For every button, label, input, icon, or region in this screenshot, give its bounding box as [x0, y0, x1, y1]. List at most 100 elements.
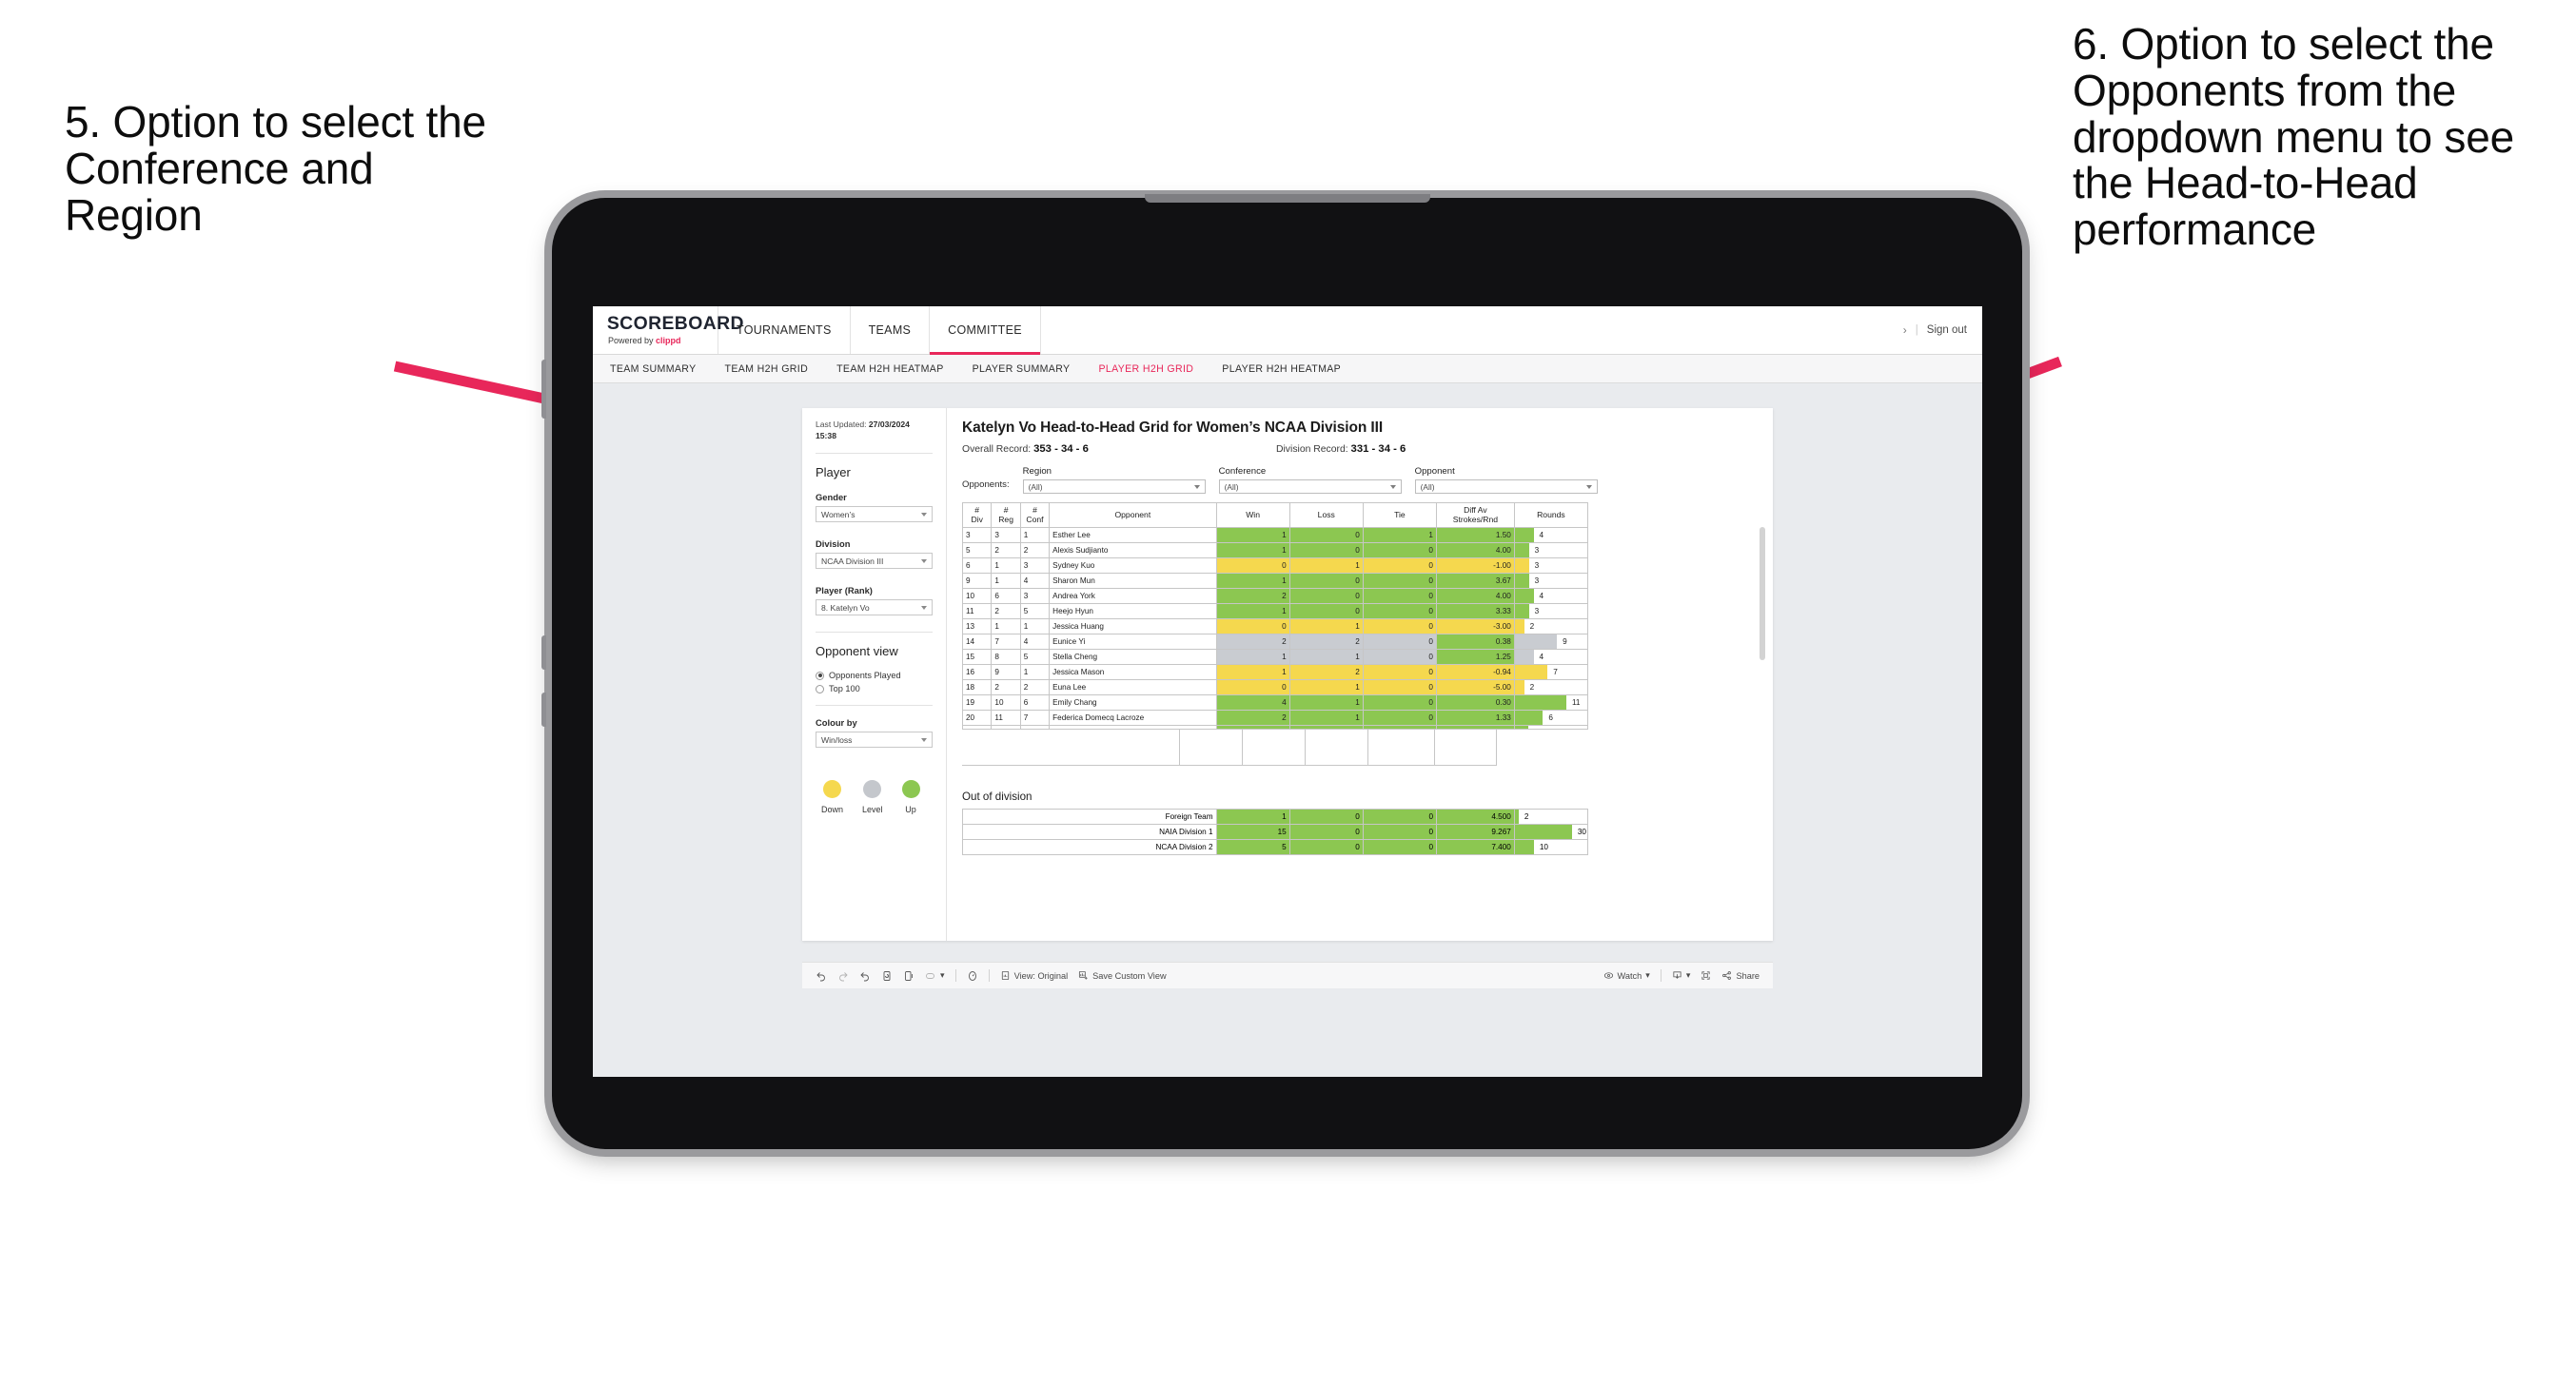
table-row-partial[interactable]: [961, 725, 1589, 730]
save-custom-view-button[interactable]: Save Custom View: [1078, 970, 1167, 981]
region-value: (All): [1028, 481, 1043, 492]
cell-diff: 0.30: [1435, 694, 1515, 711]
cell-conf: 7: [1019, 710, 1051, 726]
refresh-data-icon[interactable]: [881, 970, 893, 982]
revert-icon[interactable]: [859, 970, 871, 982]
col-rounds[interactable]: Rounds: [1513, 502, 1589, 528]
subnav-player-summary[interactable]: PLAYER SUMMARY: [973, 363, 1071, 375]
last-updated-value: 27/03/2024: [868, 420, 910, 429]
out-of-division-row[interactable]: NAIA Division 1 15 0 0 9.267 30: [962, 824, 1589, 840]
colour-legend: Down Level Up: [816, 780, 933, 814]
col-tie[interactable]: Tie: [1362, 502, 1437, 528]
col-conf-line2: Conf: [1026, 514, 1044, 524]
download-caret-icon[interactable]: ▾: [1686, 970, 1691, 981]
table-row[interactable]: 18 2 2 Euna Lee 0 1 0 -5.00 2: [961, 679, 1589, 695]
overall-record-value: 353 - 34 - 6: [1033, 443, 1089, 455]
topnav-committee[interactable]: COMMITTEE: [930, 306, 1041, 355]
cell-opponent: Euna Lee: [1049, 679, 1217, 695]
out-of-division-row[interactable]: NCAA Division 2 5 0 0 7.400 10: [962, 839, 1589, 855]
chevron-right-icon[interactable]: ›: [1903, 323, 1907, 337]
col-conf[interactable]: # Conf: [1019, 502, 1051, 528]
fit-icon[interactable]: [967, 970, 978, 982]
gender-select[interactable]: Women’s: [816, 506, 933, 523]
topnav-teams[interactable]: TEAMS: [851, 306, 931, 354]
player-rank-select[interactable]: 8. Katelyn Vo: [816, 599, 933, 616]
table-row[interactable]: 16 9 1 Jessica Mason 1 2 0 -0.94 7: [961, 664, 1589, 680]
screenshot-root: 5. Option to select the Conference and R…: [0, 0, 2576, 1386]
filter-sidebar: Last Updated: 27/03/2024 15:38 Player Ge…: [802, 408, 947, 941]
download-button[interactable]: ▾: [1672, 970, 1691, 981]
toolbar-divider-3: [1660, 969, 1662, 982]
conference-select[interactable]: (All): [1218, 479, 1402, 494]
subnav-team-h2h-grid[interactable]: TEAM H2H GRID: [725, 363, 809, 375]
table-row[interactable]: 9 1 4 Sharon Mun 1 0 0 3.67 3: [961, 573, 1589, 589]
opponent-view-title: Opponent view: [816, 644, 898, 659]
table-row[interactable]: 13 1 1 Jessica Huang 0 1 0 -3.00 2: [961, 618, 1589, 634]
radio-opponents-played[interactable]: Opponents Played: [816, 671, 933, 680]
watch-caret-icon[interactable]: ▾: [1645, 970, 1650, 981]
cell-tie: 0: [1362, 557, 1437, 574]
topnav-tournaments[interactable]: TOURNAMENTS: [718, 306, 851, 354]
table-row[interactable]: 11 2 5 Heejo Hyun 1 0 0 3.33 3: [961, 603, 1589, 619]
region-select[interactable]: (All): [1022, 479, 1206, 494]
opponent-filter: Opponent (All): [1414, 466, 1598, 494]
table-row[interactable]: 19 10 6 Emily Chang 4 1 0 0.30 11: [961, 694, 1589, 711]
cell-loss: 1: [1288, 649, 1364, 665]
cell-conf: 4: [1019, 573, 1051, 589]
pause-auto-update-icon[interactable]: [903, 970, 914, 982]
watch-button[interactable]: Watch ▾: [1603, 970, 1650, 981]
col-opponent[interactable]: Opponent: [1049, 502, 1217, 528]
radio-top-100[interactable]: Top 100: [816, 684, 933, 693]
highlight-caret-icon[interactable]: ▾: [940, 970, 945, 981]
ood-cell-rounds: 30: [1513, 824, 1589, 840]
table-row[interactable]: 3 3 1 Esther Lee 1 0 1 1.50 4: [961, 527, 1589, 543]
table-row[interactable]: 5 2 2 Alexis Sudjianto 1 0 0 4.00 3: [961, 542, 1589, 558]
subnav-player-h2h-heatmap[interactable]: PLAYER H2H HEATMAP: [1222, 363, 1341, 375]
h2h-grid-header-row: # Div # Reg # Conf Opponent Win Loss Tie Di…: [961, 502, 1589, 528]
col-diff[interactable]: Diff Av Strokes/Rnd: [1435, 502, 1515, 528]
col-win[interactable]: Win: [1215, 502, 1290, 528]
legend-level: Level: [862, 780, 883, 814]
radio-opponents-played-label: Opponents Played: [829, 671, 901, 681]
cell-diff: 0.38: [1435, 634, 1515, 650]
subnav-team-h2h-heatmap[interactable]: TEAM H2H HEATMAP: [836, 363, 944, 375]
undo-icon[interactable]: [816, 970, 827, 982]
share-button[interactable]: Share: [1721, 970, 1760, 981]
conference-filter-label: Conference: [1218, 466, 1267, 477]
player-rank-value: 8. Katelyn Vo: [821, 602, 870, 613]
cell-div: 14: [961, 634, 993, 650]
colour-by-select[interactable]: Win/loss: [816, 732, 933, 749]
ood-cell-tie: 0: [1362, 839, 1438, 855]
app-logo[interactable]: SCOREBOARD Powered by clippd: [593, 306, 744, 354]
redo-icon[interactable]: [837, 970, 849, 982]
subnav-team-summary[interactable]: TEAM SUMMARY: [610, 363, 697, 375]
sign-out-link[interactable]: Sign out: [1927, 324, 1967, 336]
cell-reg: 2: [991, 679, 1021, 695]
col-loss[interactable]: Loss: [1288, 502, 1364, 528]
cell-diff: 3.67: [1435, 573, 1515, 589]
col-reg-line1: #: [1003, 504, 1009, 515]
division-select[interactable]: NCAA Division III: [816, 553, 933, 570]
region-filter: Region (All): [1022, 466, 1206, 494]
subnav-player-h2h-grid[interactable]: PLAYER H2H GRID: [1098, 363, 1193, 375]
grid-scrollbar[interactable]: [1760, 527, 1765, 660]
cell-rounds: 3: [1513, 557, 1589, 574]
table-row[interactable]: 20 11 7 Federica Domecq Lacroze 2 1 0 1.33 6: [961, 710, 1589, 726]
table-row[interactable]: 14 7 4 Eunice Yi 2 2 0 0.38 9: [961, 634, 1589, 650]
col-reg[interactable]: # Reg: [991, 502, 1021, 528]
opponent-select[interactable]: (All): [1414, 479, 1598, 494]
logo-tagline: Powered by clippd: [608, 336, 718, 345]
opponents-filter-label: Opponents:: [962, 479, 1010, 490]
table-row[interactable]: 15 8 5 Stella Cheng 1 1 0 1.25 4: [961, 649, 1589, 665]
out-of-division-row[interactable]: Foreign Team 1 0 0 4.500 2: [962, 809, 1589, 825]
col-div[interactable]: # Div: [961, 502, 993, 528]
fullscreen-icon[interactable]: [1701, 970, 1711, 981]
legend-down-label: Down: [821, 805, 844, 815]
view-original-button[interactable]: View: Original: [1000, 970, 1068, 981]
logo-tagline-prefix: Powered by: [608, 336, 657, 345]
table-row[interactable]: 10 6 3 Andrea York 2 0 0 4.00 4: [961, 588, 1589, 604]
cell-reg: 1: [991, 557, 1021, 574]
cell-opponent: Stella Cheng: [1049, 649, 1217, 665]
table-row[interactable]: 6 1 3 Sydney Kuo 0 1 0 -1.00 3: [961, 557, 1589, 574]
highlight-icon[interactable]: ▾: [925, 970, 945, 982]
